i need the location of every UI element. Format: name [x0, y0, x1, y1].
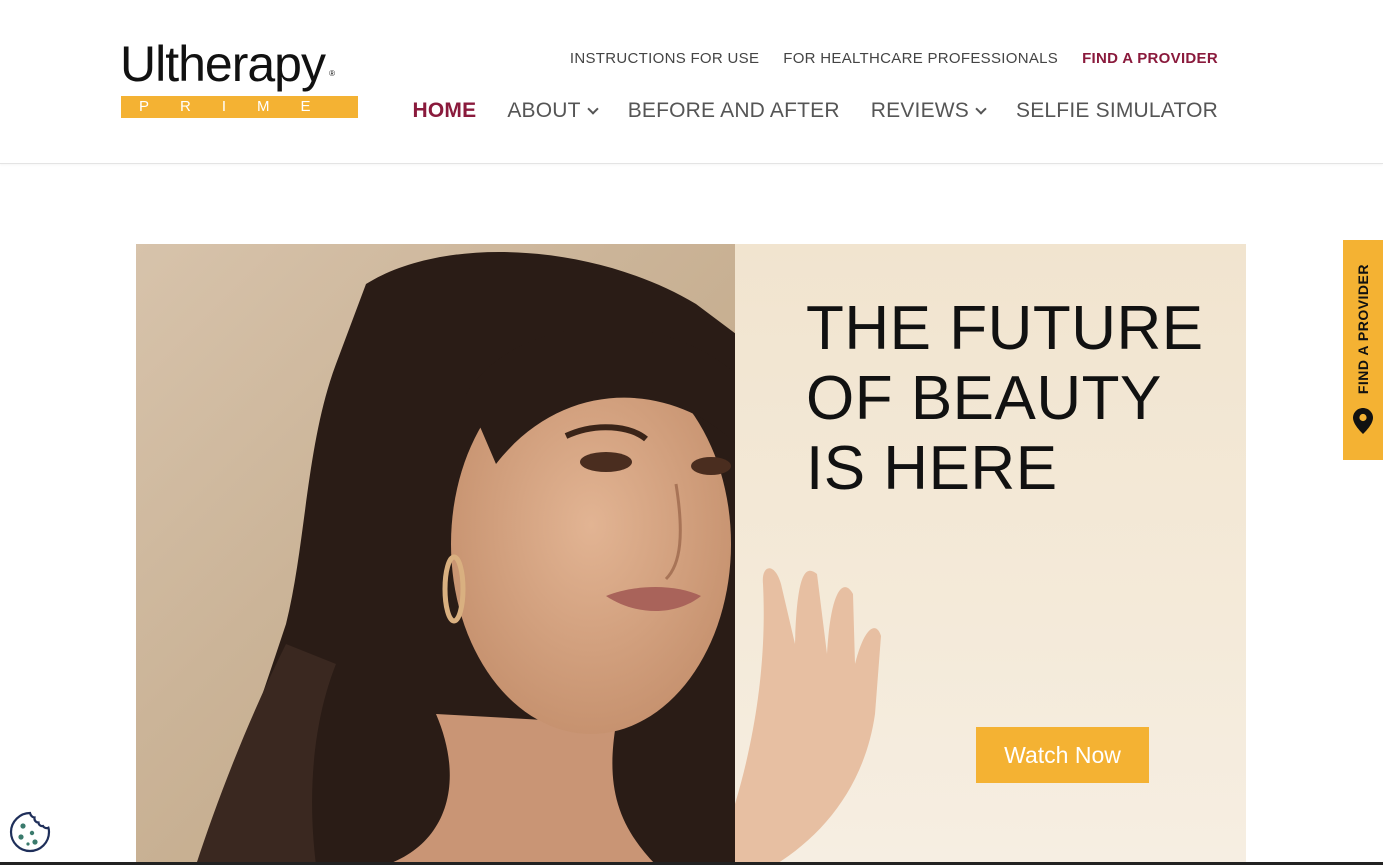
cookie-settings-button[interactable] — [8, 810, 52, 854]
nav-home-label: HOME — [412, 99, 477, 122]
main-nav: HOME ABOUT BEFORE AND AFTER REVIEWS SELF… — [413, 99, 1218, 123]
headline-line-2: OF BEAUTY — [806, 364, 1162, 433]
portrait-illustration — [196, 252, 736, 865]
nav-item-before-and-after[interactable]: BEFORE AND AFTER — [628, 99, 840, 123]
logo-wordmark: Ultherapy ® — [120, 36, 335, 92]
utility-nav: INSTRUCTIONS FOR USE FOR HEALTHCARE PROF… — [570, 50, 1218, 67]
hero-headline: THE FUTURE OF BEAUTY IS HERE — [806, 294, 1226, 504]
healthcare-professionals-link[interactable]: FOR HEALTHCARE PROFESSIONALS — [783, 50, 1058, 67]
nav-item-home[interactable]: HOME — [413, 99, 477, 123]
chevron-down-icon — [587, 103, 599, 115]
nav-reviews-label: REVIEWS — [870, 99, 970, 122]
map-pin-icon — [1353, 408, 1373, 435]
nav-before-after-label: BEFORE AND AFTER — [627, 99, 840, 122]
nav-item-about[interactable]: ABOUT — [507, 99, 599, 123]
headline-line-1: THE FUTURE — [806, 294, 1204, 363]
logo-registered-mark: ® — [329, 69, 335, 78]
nav-item-selfie-simulator[interactable]: SELFIE SIMULATOR — [1016, 99, 1218, 123]
cookie-icon — [9, 811, 51, 853]
logo-prime-bar: PRIME — [121, 96, 358, 118]
logo-word-text: Ultherapy — [120, 36, 326, 92]
watch-now-button[interactable]: Watch Now — [976, 727, 1149, 783]
site-header: Ultherapy ® PRIME INSTRUCTIONS FOR USE F… — [0, 0, 1383, 164]
side-tab-label: FIND A PROVIDER — [1355, 264, 1371, 395]
hero-portrait-image — [136, 244, 736, 865]
hero-banner: THE FUTURE OF BEAUTY IS HERE Watch Now — [136, 244, 1246, 865]
headline-line-3: IS HERE — [806, 434, 1058, 503]
chevron-down-icon — [975, 103, 987, 115]
nav-about-label: ABOUT — [507, 99, 581, 122]
instructions-for-use-link[interactable]: INSTRUCTIONS FOR USE — [570, 50, 759, 67]
nav-selfie-label: SELFIE SIMULATOR — [1016, 99, 1218, 122]
ultherapy-prime-logo[interactable]: Ultherapy ® PRIME — [120, 38, 370, 122]
find-provider-link[interactable]: FIND A PROVIDER — [1082, 50, 1218, 67]
find-provider-side-tab[interactable]: FIND A PROVIDER — [1343, 240, 1383, 460]
nav-item-reviews[interactable]: REVIEWS — [870, 99, 987, 123]
